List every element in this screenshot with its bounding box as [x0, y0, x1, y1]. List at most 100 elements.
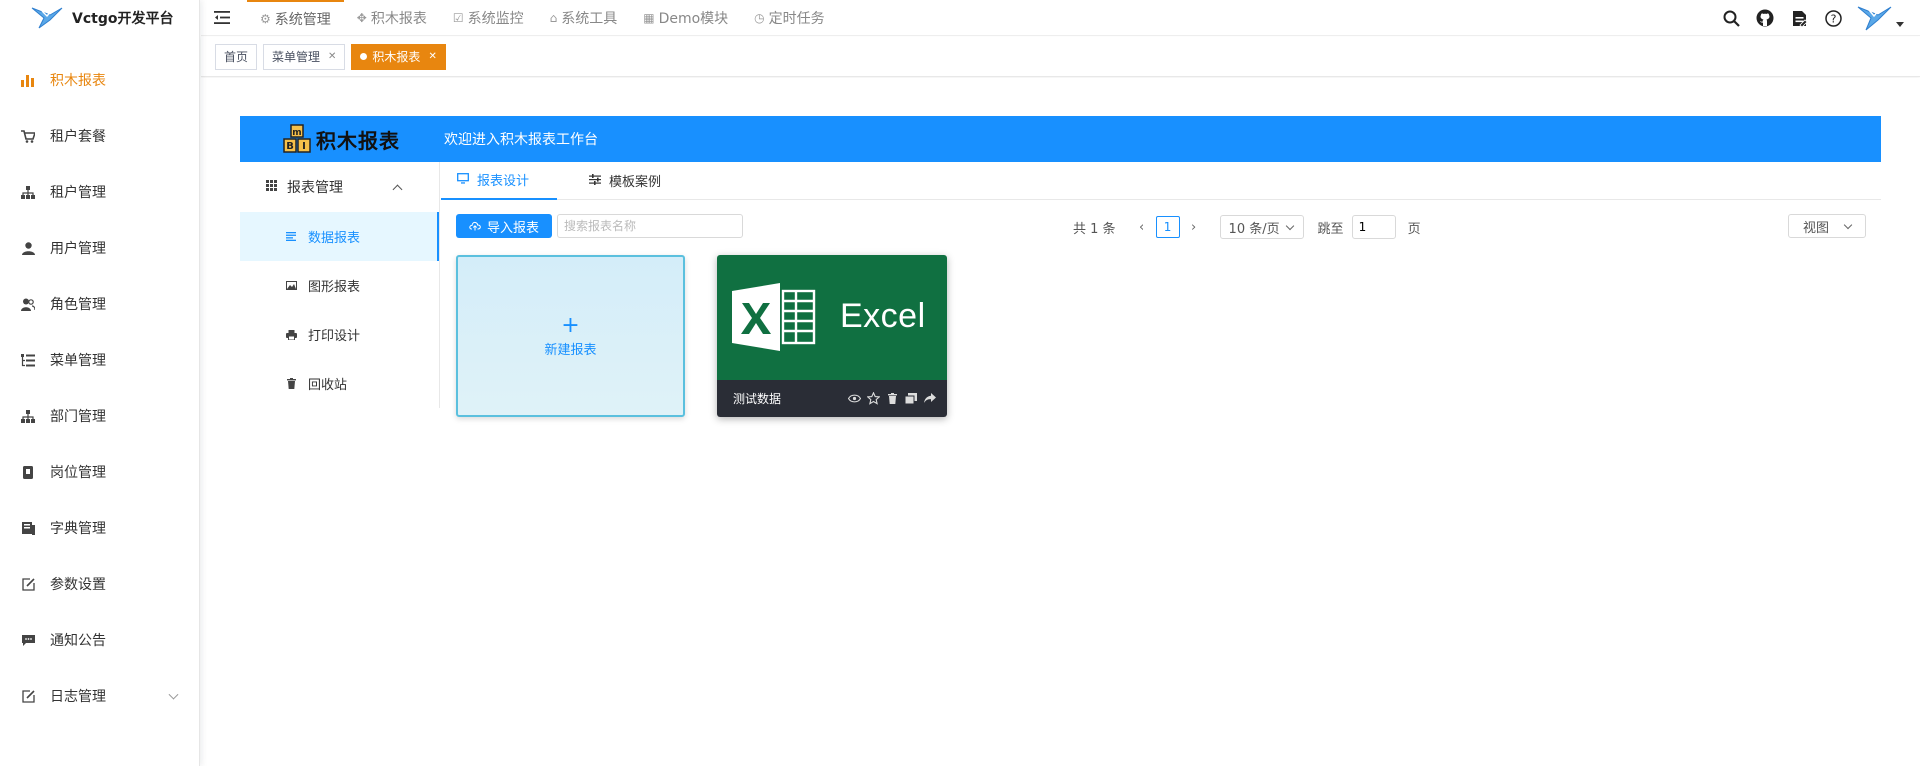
sidebar-item-label: 日志管理 [50, 689, 106, 705]
avatar [1857, 6, 1892, 31]
top-menu-label: 系统管理 [274, 11, 331, 28]
chevron-down-icon [1843, 220, 1853, 230]
sidebar-item-user[interactable]: 用户管理 [0, 220, 199, 276]
edit-icon [20, 576, 36, 592]
sidebar-item-jimu-report[interactable]: 积木报表 [0, 52, 199, 108]
tag-jimu-report[interactable]: 积木报表 ✕ [351, 43, 446, 70]
chevron-down-icon [1285, 221, 1294, 231]
report-menu-label: 回收站 [308, 378, 348, 393]
question-icon[interactable]: ? [1822, 7, 1844, 29]
image-icon [284, 281, 298, 290]
import-report-label: 导入报表 [486, 220, 539, 236]
page-size-value: 10 条/页 [1228, 221, 1280, 237]
star-icon[interactable] [866, 391, 880, 405]
tag-label: 菜单管理 [272, 50, 321, 64]
logo[interactable]: Vctgo开发平台 [0, 0, 199, 36]
sidebar-item-label: 积木报表 [50, 73, 106, 89]
dict-icon [20, 520, 36, 536]
apps-icon [266, 179, 277, 195]
close-icon[interactable]: ✕ [328, 51, 336, 62]
grid-icon: ▦ [643, 10, 655, 25]
peoples-icon [20, 296, 36, 312]
share-icon[interactable] [923, 391, 937, 405]
header-actions: ? [1720, 0, 1904, 36]
tag-label: 首页 [224, 50, 249, 64]
top-menu: ⚙ 系统管理 ✥ 积木报表 ☑ 系统监控 ⌂ 系统工具 ▦ Demo模块 ◷ 定… [247, 0, 838, 36]
top-menu-job[interactable]: ◷ 定时任务 [741, 0, 837, 36]
sidebar-item-label: 用户管理 [50, 241, 106, 257]
tag-home[interactable]: 首页 [215, 43, 258, 70]
eye-icon[interactable] [847, 391, 861, 405]
delete-icon[interactable] [885, 391, 899, 405]
top-menu-tools[interactable]: ⌂ 系统工具 [537, 0, 631, 36]
banner-logo-title: 积木报表 [316, 128, 400, 153]
report-search-input[interactable] [557, 214, 743, 238]
log-icon [20, 688, 36, 704]
main-content: m B I 积木报表 欢迎进入积木报表工作台 报表管理 数据报表 图形报表 打印… [201, 78, 1920, 766]
sidebar-item-dept[interactable]: 部门管理 [0, 388, 199, 444]
gear-icon: ⚙ [260, 11, 271, 26]
top-header: ⚙ 系统管理 ✥ 积木报表 ☑ 系统监控 ⌂ 系统工具 ▦ Demo模块 ◷ 定… [201, 0, 1920, 36]
top-menu-system[interactable]: ⚙ 系统管理 [247, 0, 344, 36]
sidebar-item-menu[interactable]: 菜单管理 [0, 332, 199, 388]
pagination: 共 1 条 ‹ 1 › 10 条/页 跳至 页 [1073, 214, 1421, 240]
org-tree-icon [20, 184, 36, 200]
sidebar-item-post[interactable]: 岗位管理 [0, 444, 199, 500]
sidebar-item-tenant[interactable]: 租户管理 [0, 164, 199, 220]
sidebar-item-config[interactable]: 参数设置 [0, 556, 199, 612]
github-icon[interactable] [1754, 7, 1776, 29]
report-menu-group[interactable]: 报表管理 [240, 162, 439, 212]
prev-page-icon[interactable]: ‹ [1132, 215, 1152, 239]
user-avatar-dropdown[interactable] [1856, 3, 1904, 33]
page-size-select[interactable]: 10 条/页 [1219, 215, 1304, 239]
tab-template-cases[interactable]: 模板案例 [573, 162, 677, 200]
toolbox-icon: ⌂ [549, 10, 558, 25]
report-card-footer: 测试数据 [717, 380, 947, 417]
sidebar-item-log[interactable]: 日志管理 [0, 668, 199, 724]
top-menu-monitor[interactable]: ☑ 系统监控 [440, 0, 537, 36]
report-menu-recycle[interactable]: 回收站 [240, 359, 439, 408]
banner-welcome: 欢迎进入积木报表工作台 [444, 132, 598, 148]
report-banner: m B I 积木报表 欢迎进入积木报表工作台 [240, 116, 1881, 162]
sidebar-item-label: 部门管理 [50, 409, 106, 425]
new-report-label: 新建报表 [544, 342, 597, 358]
sidebar-item-label: 通知公告 [50, 633, 106, 649]
sidebar-item-label: 角色管理 [50, 297, 106, 313]
desktop-icon [457, 172, 469, 187]
sidebar-item-notice[interactable]: 通知公告 [0, 612, 199, 668]
top-menu-jimu[interactable]: ✥ 积木报表 [344, 0, 440, 36]
close-icon[interactable]: ✕ [428, 51, 436, 62]
printer-icon [284, 329, 298, 340]
logo-letter-b: B [286, 141, 294, 152]
excel-brand-text: Excel [840, 297, 926, 335]
search-icon[interactable] [1720, 7, 1742, 29]
report-card[interactable]: Excel 测试数据 [717, 255, 947, 417]
report-card-actions [847, 391, 937, 405]
sidebar-item-tenant-package[interactable]: 租户套餐 [0, 108, 199, 164]
sidebar-item-dict[interactable]: 字典管理 [0, 500, 199, 556]
jump-page-input[interactable] [1351, 215, 1396, 239]
document-icon[interactable] [1788, 7, 1810, 29]
sidebar-item-label: 参数设置 [50, 577, 106, 593]
report-menu-label: 图形报表 [308, 280, 361, 295]
next-page-icon[interactable]: › [1184, 215, 1204, 239]
logo-letter-m: m [292, 128, 301, 138]
chevron-up-icon [392, 184, 403, 195]
trash-icon [284, 378, 298, 389]
import-report-button[interactable]: 导入报表 [456, 214, 552, 238]
report-menu-print[interactable]: 打印设计 [240, 310, 439, 359]
sidebar-toggle-button[interactable] [201, 0, 243, 36]
page-number-current[interactable]: 1 [1155, 216, 1180, 238]
upload-cloud-icon [469, 221, 481, 231]
excel-thumbnail: Excel [717, 255, 947, 380]
new-report-card[interactable]: + 新建报表 [456, 255, 685, 417]
sidebar-item-role[interactable]: 角色管理 [0, 276, 199, 332]
tab-report-design[interactable]: 报表设计 [441, 162, 557, 200]
view-mode-select[interactable]: 视图 [1788, 214, 1866, 238]
tag-menu-management[interactable]: 菜单管理 ✕ [263, 43, 346, 70]
report-menu-data[interactable]: 数据报表 [240, 212, 439, 261]
caret-down-icon [1896, 21, 1904, 27]
copy-icon[interactable] [904, 391, 918, 405]
report-menu-chart[interactable]: 图形报表 [240, 261, 439, 310]
top-menu-demo[interactable]: ▦ Demo模块 [630, 0, 741, 36]
